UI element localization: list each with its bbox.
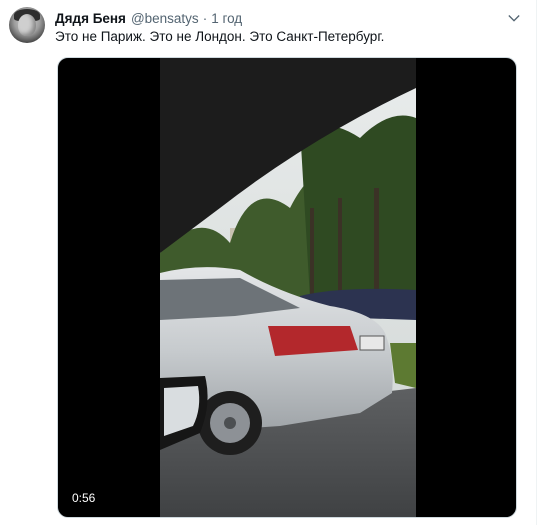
- tweet-header: Дядя Беня @bensatys · 1 год: [55, 9, 242, 27]
- avatar-face: [18, 14, 36, 36]
- tweet-card[interactable]: Дядя Беня @bensatys · 1 год Это не Париж…: [0, 0, 537, 525]
- author-name[interactable]: Дядя Беня: [55, 11, 126, 26]
- chevron-down-icon: [508, 15, 520, 22]
- tweet-text: Это не Париж. Это не Лондон. Это Санкт-П…: [55, 29, 385, 44]
- more-options-button[interactable]: [505, 9, 523, 27]
- video-frame[interactable]: [160, 58, 416, 517]
- avatar[interactable]: [9, 7, 45, 43]
- author-handle[interactable]: @bensatys: [131, 11, 199, 26]
- video-player[interactable]: 0:56: [57, 57, 517, 518]
- video-duration: 0:56: [68, 490, 100, 506]
- tweet-time[interactable]: 1 год: [211, 11, 242, 26]
- video-still-image: [160, 58, 416, 517]
- separator-dot: ·: [202, 10, 208, 26]
